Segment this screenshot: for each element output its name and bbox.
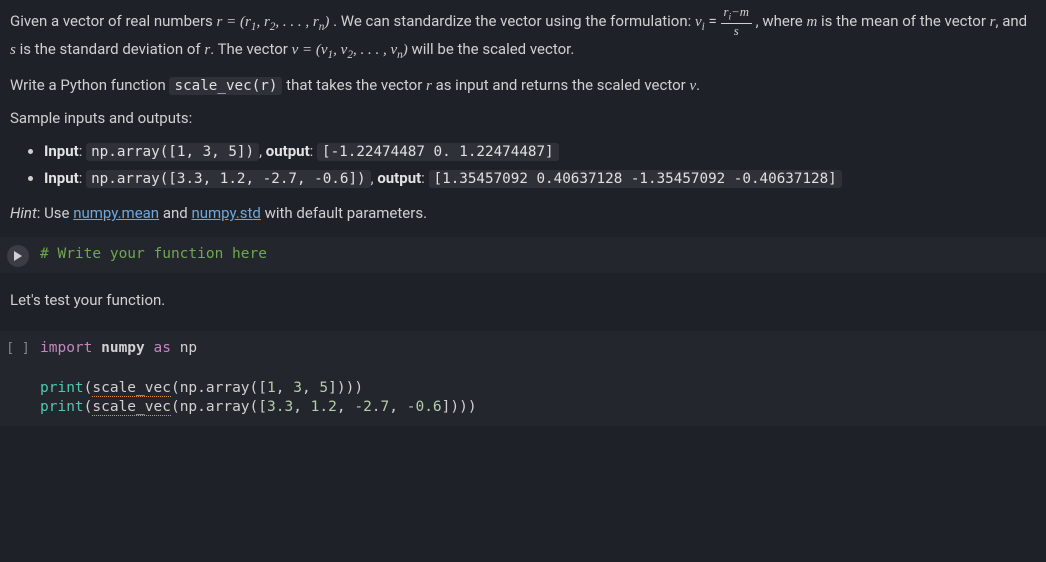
function-signature-code: scale_vec(r)	[169, 77, 282, 95]
list-item: Input: np.array([1, 3, 5]), output: [-1.…	[44, 140, 1036, 163]
sample-input-code: np.array([1, 3, 5])	[86, 143, 259, 161]
cell-gutter	[0, 243, 36, 267]
code-editor[interactable]: # Write your function here	[36, 243, 1046, 267]
play-icon	[13, 251, 23, 261]
sample-output-code: [-1.22474487 0. 1.22474487]	[317, 143, 559, 161]
samples-heading: Sample inputs and outputs:	[10, 107, 1036, 130]
samples-list: Input: np.array([1, 3, 5]), output: [-1.…	[10, 140, 1036, 191]
cell-gutter: [ ]	[0, 337, 36, 359]
sample-input-code: np.array([3.3, 1.2, -2.7, -0.6])	[86, 170, 371, 188]
code-cell-2[interactable]: [ ] import numpy as np print(scale_vec(n…	[0, 331, 1046, 425]
problem-description: Given a vector of real numbers r = (r1, …	[0, 0, 1046, 225]
code-cell-1[interactable]: # Write your function here	[0, 237, 1046, 273]
paragraph-1: Given a vector of real numbers r = (r1, …	[10, 6, 1036, 64]
code-editor[interactable]: import numpy as np print(scale_vec(np.ar…	[36, 337, 1046, 419]
numpy-mean-link[interactable]: numpy.mean	[73, 204, 159, 222]
hint-paragraph: Hint: Use numpy.mean and numpy.std with …	[10, 202, 1036, 225]
sample-output-code: [1.35457092 0.40637128 -1.35457092 -0.40…	[429, 170, 842, 188]
list-item: Input: np.array([3.3, 1.2, -2.7, -0.6]),…	[44, 167, 1036, 190]
between-text: Let's test your function.	[0, 273, 1046, 318]
run-button[interactable]	[7, 245, 29, 267]
numpy-std-link[interactable]: numpy.std	[191, 204, 260, 222]
paragraph-2: Write a Python function scale_vec(r) tha…	[10, 74, 1036, 98]
